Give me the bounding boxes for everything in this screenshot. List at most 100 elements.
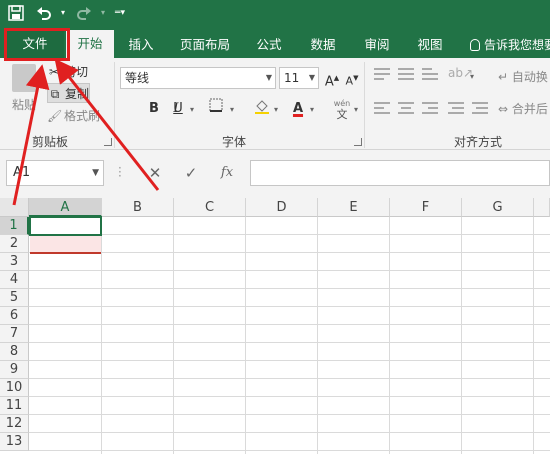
font-size-select[interactable]: 11 ▼ <box>279 67 319 89</box>
chevron-down-icon: ▼ <box>92 168 99 178</box>
paste-button[interactable]: 粘贴 <box>12 96 36 113</box>
redo-icon[interactable] <box>74 3 94 23</box>
select-all-corner[interactable] <box>0 198 29 217</box>
wrap-text-icon: ↵ <box>498 70 512 84</box>
align-left-icon[interactable] <box>374 102 390 114</box>
more-options-icon[interactable]: · · · <box>118 162 122 182</box>
chevron-down-icon: ▼ <box>265 73 272 82</box>
wrap-text-button[interactable]: ↵ 自动换 <box>498 68 548 85</box>
grid-line <box>29 450 550 451</box>
decrease-font-icon[interactable]: A▼ <box>342 67 362 89</box>
name-box[interactable]: A1 ▼ <box>6 160 104 186</box>
cancel-icon[interactable]: ✕ <box>144 163 166 183</box>
row-header[interactable]: 6 <box>0 307 29 325</box>
quick-access-toolbar: ▾ ▾ ═▾ <box>0 0 550 26</box>
cell-a2[interactable] <box>30 236 101 254</box>
border-icon[interactable] <box>206 98 226 120</box>
align-top-icon[interactable] <box>374 68 390 80</box>
tab-view[interactable]: 视图 <box>408 32 452 58</box>
insert-function-button[interactable]: fx <box>216 163 238 183</box>
fill-color-icon[interactable] <box>252 98 272 120</box>
phonetic-button[interactable]: wén 文 <box>330 98 354 120</box>
formula-input[interactable] <box>250 160 550 186</box>
chevron-down-icon[interactable]: ▾ <box>470 72 474 81</box>
row-header[interactable]: 2 <box>0 235 29 253</box>
column-header[interactable]: F <box>390 198 462 217</box>
tab-insert[interactable]: 插入 <box>120 32 162 58</box>
row-header[interactable]: 5 <box>0 289 29 307</box>
row-header[interactable]: 12 <box>0 415 29 433</box>
undo-icon[interactable] <box>34 3 54 23</box>
tab-formulas[interactable]: 公式 <box>248 32 290 58</box>
clipboard-launcher-icon[interactable] <box>104 138 112 146</box>
align-middle-icon[interactable] <box>398 68 414 80</box>
paste-icon[interactable] <box>12 64 36 92</box>
increase-font-icon[interactable]: A▲ <box>322 67 342 89</box>
tab-home[interactable]: 开始 <box>66 30 114 58</box>
align-bottom-icon[interactable] <box>422 68 438 80</box>
grid-line <box>29 342 550 343</box>
merge-center-button[interactable]: ⇔ 合并后 <box>498 100 548 117</box>
font-launcher-icon[interactable] <box>354 138 362 146</box>
chevron-down-icon[interactable]: ▾ <box>310 105 314 114</box>
format-painter-label: 格式刷 <box>64 109 101 123</box>
row-header[interactable]: 4 <box>0 271 29 289</box>
worksheet-grid[interactable]: A B C D E F G 1 2 3 4 5 6 7 8 9 10 11 12… <box>0 198 550 454</box>
save-icon[interactable] <box>6 3 26 23</box>
font-name-select[interactable]: 等线 ▼ <box>120 67 276 89</box>
column-header[interactable]: A <box>29 198 102 217</box>
row-header[interactable]: 11 <box>0 397 29 415</box>
row-header[interactable]: 10 <box>0 379 29 397</box>
column-header[interactable]: E <box>318 198 390 217</box>
divider <box>364 62 365 148</box>
align-right-icon[interactable] <box>422 102 438 114</box>
tab-page-layout[interactable]: 页面布局 <box>172 32 238 58</box>
decrease-indent-icon[interactable] <box>448 102 464 114</box>
row-header[interactable]: 7 <box>0 325 29 343</box>
column-header[interactable] <box>534 198 550 217</box>
customize-toolbar-icon[interactable]: ═▾ <box>110 3 130 23</box>
column-header[interactable]: G <box>462 198 534 217</box>
chevron-down-icon[interactable]: ▾ <box>354 105 358 114</box>
enter-icon[interactable]: ✓ <box>180 163 202 183</box>
tab-data[interactable]: 数据 <box>302 32 344 58</box>
format-painter-button[interactable]: 🖌 格式刷 <box>47 106 100 126</box>
undo-dropdown-icon[interactable]: ▾ <box>53 3 73 23</box>
row-header[interactable]: 13 <box>0 433 29 451</box>
grid-line <box>29 270 550 271</box>
row-header[interactable]: 3 <box>0 253 29 271</box>
align-center-icon[interactable] <box>398 102 414 114</box>
font-size-value: 11 <box>284 71 300 85</box>
phonetic-char: 文 <box>336 108 348 121</box>
increase-indent-icon[interactable] <box>472 102 488 114</box>
row-header[interactable]: 8 <box>0 343 29 361</box>
grid-line <box>29 396 550 397</box>
scissors-icon: ✂ <box>48 65 60 79</box>
column-header[interactable]: D <box>246 198 318 217</box>
lightbulb-icon <box>470 39 480 51</box>
copy-button[interactable]: ⧉ 复制 <box>47 83 91 103</box>
excel-window: ▾ ▾ ═▾ 文件 开始 插入 页面布局 公式 数据 审阅 视图 告诉我您想要 … <box>0 0 550 454</box>
annotation-highlight-box <box>4 28 70 61</box>
chevron-down-icon[interactable]: ▾ <box>190 105 194 114</box>
column-header[interactable]: C <box>174 198 246 217</box>
bold-button[interactable]: B <box>144 98 164 120</box>
chevron-down-icon[interactable]: ▾ <box>274 105 278 114</box>
active-cell-a1[interactable] <box>29 216 102 236</box>
tab-review[interactable]: 审阅 <box>356 32 398 58</box>
brush-icon: 🖌 <box>47 109 63 123</box>
orientation-icon[interactable]: ab↗ <box>448 66 473 80</box>
row-header[interactable]: 1 <box>0 217 29 235</box>
chevron-down-icon[interactable]: ▾ <box>230 105 234 114</box>
underline-button[interactable]: U <box>168 98 188 120</box>
font-color-button[interactable]: A <box>288 98 308 120</box>
column-header[interactable]: B <box>102 198 174 217</box>
cut-button[interactable]: ✂ 剪切 <box>47 62 88 82</box>
grid-line <box>29 378 550 379</box>
font-name-value: 等线 <box>125 71 150 85</box>
tell-me-label: 告诉我您想要 <box>484 38 550 52</box>
alignment-group-label: 对齐方式 <box>454 135 503 149</box>
tell-me-search[interactable]: 告诉我您想要 <box>470 32 550 58</box>
name-box-value: A1 <box>13 165 31 180</box>
row-header[interactable]: 9 <box>0 361 29 379</box>
